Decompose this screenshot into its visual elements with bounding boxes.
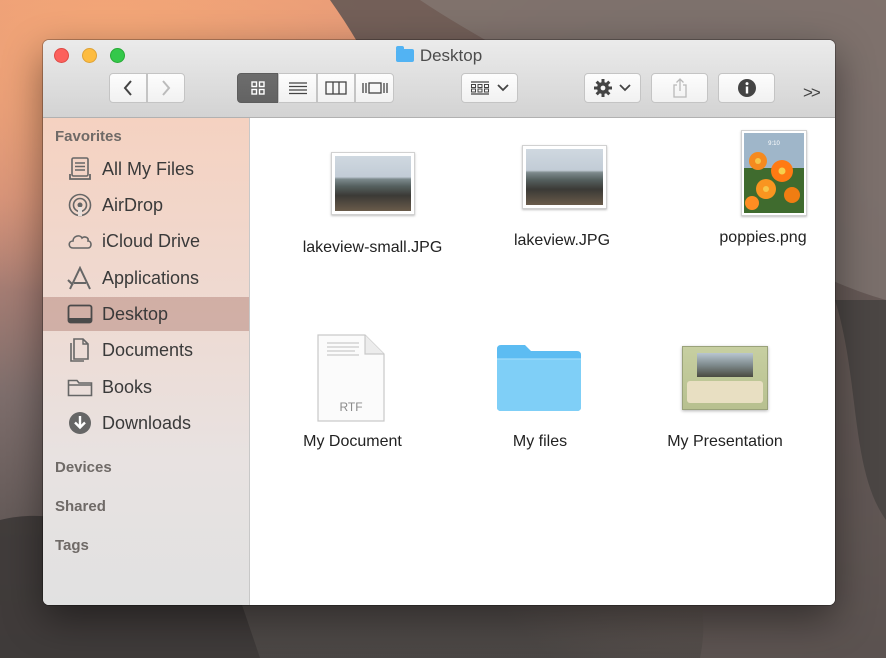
devices-heading[interactable]: Devices (55, 459, 112, 476)
chevron-down-icon (619, 84, 631, 92)
forward-button[interactable] (147, 73, 185, 103)
sidebar-item-applications[interactable]: Applications (43, 261, 249, 295)
column-view-icon (325, 81, 347, 95)
toolbar-overflow-button[interactable]: >> (803, 83, 821, 103)
presentation-thumbnail (682, 346, 768, 410)
download-icon (67, 410, 93, 436)
file-name: My Presentation (667, 433, 783, 450)
sidebar: Favorites All My Files AirDrop iCloud Dr… (43, 118, 250, 605)
file-item[interactable]: lakeview.JPG (472, 138, 652, 263)
file-item[interactable]: 9:10 poppies.png (660, 128, 830, 253)
action-button[interactable] (584, 73, 641, 103)
file-item[interactable]: My files (460, 313, 620, 463)
folder-icon (67, 374, 93, 400)
back-button[interactable] (109, 73, 147, 103)
applications-icon (67, 265, 93, 291)
icon-view-icon (250, 81, 265, 95)
sidebar-item-books[interactable]: Books (43, 370, 249, 404)
file-name: lakeview-small.JPG (302, 239, 443, 256)
documents-icon (67, 337, 93, 363)
file-name: lakeview.JPG (513, 232, 611, 249)
desktop-icon (67, 301, 93, 327)
shared-heading[interactable]: Shared (55, 498, 106, 515)
arrange-button[interactable] (461, 73, 518, 103)
favorites-heading: Favorites (55, 128, 122, 145)
image-thumbnail: 9:10 (741, 130, 807, 216)
sidebar-item-downloads[interactable]: Downloads (43, 406, 249, 440)
rtf-badge: RTF (339, 400, 363, 414)
airdrop-icon (67, 192, 93, 218)
sidebar-item-airdrop[interactable]: AirDrop (43, 188, 249, 222)
chevron-left-icon (123, 80, 132, 96)
cover-flow-view-button[interactable] (355, 73, 394, 103)
share-icon (672, 78, 687, 98)
photo-thumbnail (331, 152, 415, 215)
tags-heading[interactable]: Tags (55, 537, 89, 554)
chevron-right-icon (162, 80, 171, 96)
file-name: My Document (303, 433, 402, 450)
finder-window: Desktop >> Favorites All My Files AirDro… (43, 40, 835, 605)
chevron-down-icon (497, 84, 509, 92)
toolbar: Desktop >> (43, 40, 835, 118)
cover-flow-icon (361, 82, 388, 94)
sidebar-item-icloud-drive[interactable]: iCloud Drive (43, 224, 249, 258)
column-view-button[interactable] (317, 73, 355, 103)
arrange-grid-icon (471, 81, 489, 95)
sidebar-item-all-my-files[interactable]: All My Files (43, 152, 249, 186)
window-title: Desktop (43, 46, 835, 66)
all-files-icon (67, 156, 93, 182)
file-item[interactable]: My Presentation (640, 313, 810, 463)
file-name: My files (512, 433, 568, 450)
cloud-icon (67, 228, 93, 254)
poppies-image: 9:10 (744, 133, 804, 213)
sidebar-item-desktop[interactable]: Desktop (43, 297, 249, 331)
file-item[interactable]: lakeview-small.JPG (280, 138, 465, 263)
folder-icon (395, 46, 414, 62)
get-info-button[interactable] (718, 73, 775, 103)
svg-text:9:10: 9:10 (768, 141, 780, 147)
info-icon (737, 79, 756, 97)
list-view-icon (288, 82, 307, 95)
file-item[interactable]: RTF My Document (270, 313, 435, 463)
photo-thumbnail (522, 145, 607, 209)
share-button[interactable] (651, 73, 708, 103)
sidebar-item-documents[interactable]: Documents (43, 333, 249, 367)
file-grid: lakeview-small.JPG lakeview.JPG 9:10 pop… (250, 118, 835, 605)
list-view-button[interactable] (278, 73, 317, 103)
folder-icon (497, 345, 581, 411)
file-name: poppies.png (719, 229, 807, 246)
icon-view-button[interactable] (237, 73, 278, 103)
gear-icon (594, 79, 612, 97)
